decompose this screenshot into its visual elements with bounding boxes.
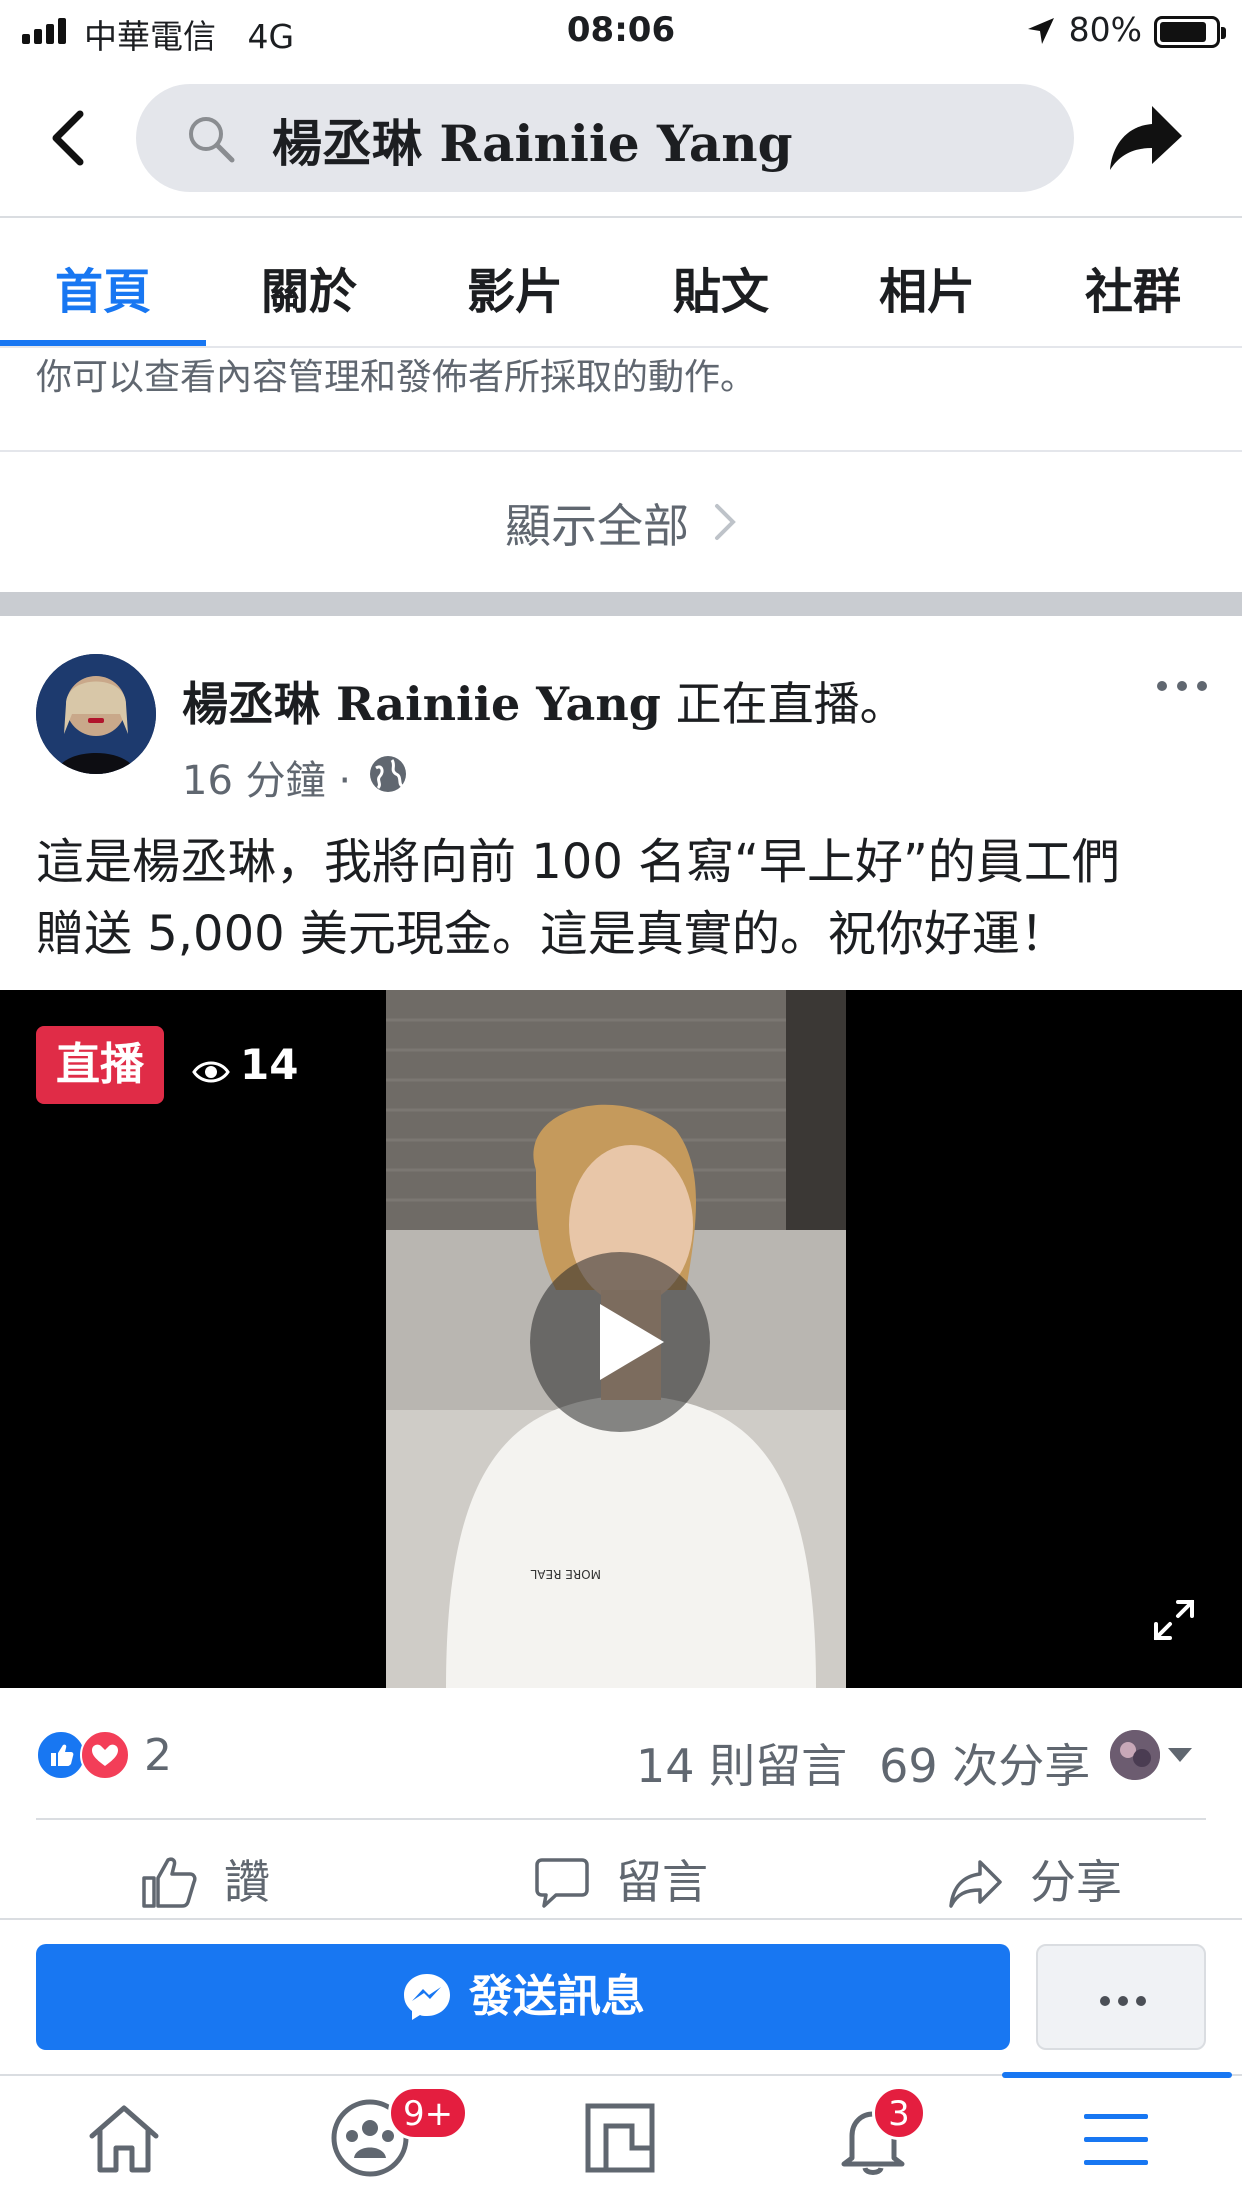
post-text-line: 這是楊丞琳，我將向前 100 名寫“早上好”的員工們	[36, 834, 1120, 890]
audience-avatar[interactable]	[1110, 1730, 1160, 1780]
post-text: 這是楊丞琳，我將向前 100 名寫“早上好”的員工們 贈送 5,000 美元現金…	[36, 826, 1216, 970]
tab-posts[interactable]: 貼文	[618, 252, 824, 322]
nav-active-indicator	[1002, 2072, 1232, 2078]
page-tabs: 首頁 關於 影片 貼文 相片 社群	[0, 218, 1242, 346]
post-timestamp[interactable]: 16 分鐘 ·	[182, 748, 351, 806]
battery-percent: 80%	[1068, 10, 1142, 49]
transparency-notice: 你可以查看內容管理和發佈者所採取的動作。	[36, 357, 757, 398]
tab-home[interactable]: 首頁	[0, 252, 206, 322]
send-message-button[interactable]: 發送訊息	[36, 1944, 1010, 2050]
show-all-button[interactable]: 顯示全部	[0, 490, 1242, 556]
pages-icon[interactable]	[584, 2102, 656, 2174]
eye-icon	[192, 1061, 230, 1083]
viewer-count: 14	[192, 1040, 298, 1089]
show-all-label: 顯示全部	[505, 499, 689, 553]
divider	[0, 450, 1242, 452]
thumbs-up-icon	[142, 1857, 197, 1908]
svg-text:MORE REAL: MORE REAL	[530, 1567, 601, 1581]
section-separator	[0, 592, 1242, 616]
status-bar: 中華電信 4G 08:06 80%	[0, 0, 1242, 62]
tab-community[interactable]: 社群	[1030, 252, 1236, 322]
like-button[interactable]: 讚	[140, 1846, 270, 1912]
tab-about[interactable]: 關於	[206, 252, 412, 322]
tab-photos[interactable]: 相片	[824, 252, 1030, 322]
tab-videos[interactable]: 影片	[412, 252, 618, 322]
comment-button[interactable]: 留言	[534, 1846, 708, 1912]
share-arrow-icon[interactable]	[1108, 102, 1184, 174]
live-video-player[interactable]: MORE REAL 直播 14	[0, 990, 1242, 1688]
messenger-icon	[404, 1974, 450, 2020]
post-author-line: 楊丞琳 Rainiie Yang 正在直播。	[182, 668, 906, 734]
groups-badge: 9+	[388, 2086, 469, 2140]
divider	[36, 1818, 1206, 1820]
comment-bubble-icon	[535, 1858, 589, 1908]
love-reaction-icon	[80, 1730, 130, 1780]
caret-down-icon[interactable]	[1168, 1748, 1192, 1762]
like-reaction-icon	[36, 1730, 86, 1780]
avatar[interactable]	[36, 654, 156, 774]
share-count[interactable]: 69 次分享	[879, 1739, 1090, 1793]
app-root: 中華電信 4G 08:06 80% 楊丞琳 Rainiie Yang 首頁 關於…	[0, 0, 1242, 2208]
reaction-count: 2	[144, 1730, 172, 1781]
menu-icon[interactable]	[1082, 2112, 1150, 2168]
post-action: 正在直播。	[675, 677, 906, 731]
back-chevron-icon[interactable]	[48, 108, 88, 168]
fullscreen-icon[interactable]	[1152, 1598, 1196, 1642]
notifications-badge: 3	[872, 2086, 926, 2140]
post-text-line: 贈送 5,000 美元現金。這是真實的。祝你好運！	[36, 906, 1068, 962]
search-icon	[189, 117, 235, 163]
more-button[interactable]	[1036, 1944, 1206, 2050]
post-actions: 讚 留言 分享	[0, 1846, 1242, 1926]
globe-icon	[370, 756, 406, 792]
play-button[interactable]	[530, 1252, 710, 1432]
battery-icon	[1154, 16, 1226, 48]
home-icon[interactable]	[86, 2102, 162, 2174]
search-input[interactable]: 楊丞琳 Rainiie Yang	[272, 104, 793, 176]
live-badge: 直播	[36, 1026, 164, 1104]
share-icon	[949, 1860, 1002, 1908]
location-arrow-icon	[1028, 18, 1054, 44]
chevron-right-icon	[715, 504, 736, 540]
share-button[interactable]: 分享	[948, 1846, 1122, 1912]
engagement-stats: 14 則留言 69 次分享	[636, 1730, 1122, 1796]
divider	[0, 1918, 1242, 1920]
post-author[interactable]: 楊丞琳 Rainiie Yang	[182, 677, 661, 731]
more-options-icon[interactable]	[1156, 678, 1208, 694]
comment-count[interactable]: 14 則留言	[636, 1739, 847, 1793]
